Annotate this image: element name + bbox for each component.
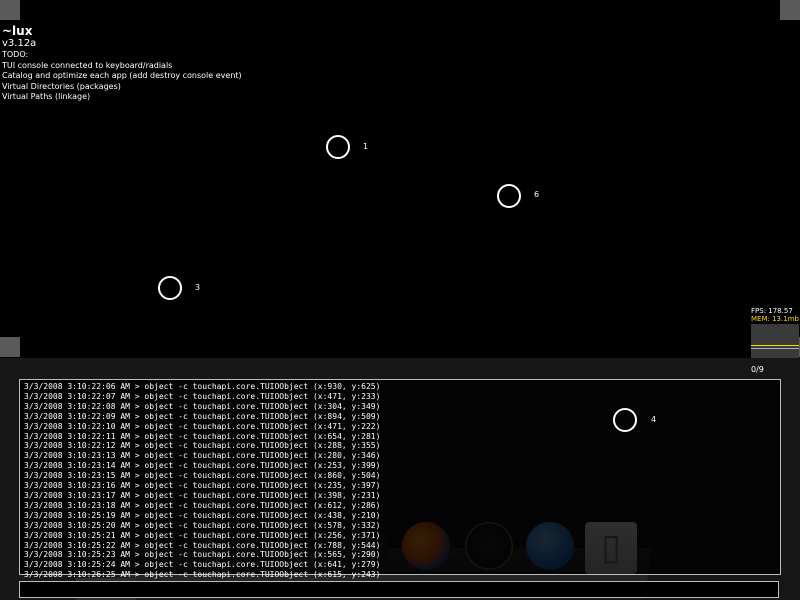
log-line: 3/3/2008 3:10:23:14 AM > object -c touch…: [24, 461, 381, 471]
log-line: 3/3/2008 3:10:23:17 AM > object -c touch…: [24, 490, 381, 500]
touch-point-label: 6: [534, 190, 540, 199]
corner-handle-bottom-left[interactable]: [0, 337, 20, 357]
log-line: 3/3/2008 3:10:23:16 AM > object -c touch…: [24, 481, 381, 491]
console-log-panel[interactable]: 3/3/2008 3:10:22:06 AM > object -c touch…: [19, 379, 781, 579]
touch-point-circle[interactable]: [613, 408, 637, 432]
log-line: 3/3/2008 3:10:22:07 AM > object -c touch…: [24, 391, 381, 401]
log-line: 3/3/2008 3:10:25:20 AM > object -c touch…: [24, 520, 381, 530]
todo-item: Virtual Paths (linkage): [2, 92, 91, 101]
console-log: 3/3/2008 3:10:22:06 AM > object -c touch…: [24, 382, 380, 580]
log-line: 3/3/2008 3:10:23:13 AM > object -c touch…: [24, 451, 381, 461]
log-line: 3/3/2008 3:10:25:24 AM > object -c touch…: [24, 560, 381, 570]
command-input[interactable]: [19, 581, 779, 598]
fps-readout: FPS: 178.57: [751, 307, 793, 315]
touch-point-label: 4: [651, 415, 657, 424]
log-line: 3/3/2008 3:10:23:18 AM > object -c touch…: [24, 500, 381, 510]
log-line: 3/3/2008 3:10:25:21 AM > object -c touch…: [24, 530, 381, 540]
log-line: 3/3/2008 3:10:25:19 AM > object -c touch…: [24, 510, 381, 520]
touch-point-circle[interactable]: [158, 276, 182, 300]
log-line: 3/3/2008 3:10:22:11 AM > object -c touch…: [24, 431, 381, 441]
log-line: 3/3/2008 3:10:23:15 AM > object -c touch…: [24, 471, 381, 481]
log-line: 3/3/2008 3:10:26:25 AM > object -c touch…: [24, 570, 381, 580]
app-title: ~lux: [2, 24, 33, 38]
header-info: ~lux v3.12a TODO: TUI console connected …: [2, 24, 242, 103]
log-line: 3/3/2008 3:10:22:06 AM > object -c touch…: [24, 382, 381, 391]
log-line: 3/3/2008 3:10:22:10 AM > object -c touch…: [24, 421, 381, 431]
app-version: v3.12a: [2, 38, 37, 49]
log-line: 3/3/2008 3:10:25:23 AM > object -c touch…: [24, 550, 381, 560]
todo-item: Virtual Directories (packages): [2, 81, 121, 91]
touch-point-circle[interactable]: [326, 135, 350, 159]
log-line: 3/3/2008 3:10:22:12 AM > object -c touch…: [24, 441, 381, 451]
log-line: 3/3/2008 3:10:22:08 AM > object -c touch…: [24, 401, 381, 411]
fps-graph-line: [751, 348, 799, 349]
mem-readout: MEM: 13.1mb: [751, 315, 799, 323]
log-line: 3/3/2008 3:10:25:22 AM > object -c touch…: [24, 540, 381, 550]
todo-item: Catalog and optimize each app (add destr…: [2, 71, 242, 80]
performance-monitor: FPS: 178.57 MEM: 13.1mb: [751, 307, 800, 358]
touch-point-label: 3: [195, 283, 201, 292]
corner-handle-top-left[interactable]: [0, 0, 20, 20]
touch-point-circle[interactable]: [497, 184, 521, 208]
page-counter: 0/9: [751, 365, 764, 374]
mem-graph-line: [751, 345, 799, 346]
log-line: 3/3/2008 3:10:22:09 AM > object -c touch…: [24, 411, 381, 421]
perf-graph: [751, 324, 799, 358]
corner-handle-top-right[interactable]: [780, 0, 800, 20]
todo-item: TUI console connected to keyboard/radial…: [2, 60, 173, 70]
todo-heading: TODO:: [2, 50, 29, 59]
touch-point-label: 1: [363, 142, 369, 151]
